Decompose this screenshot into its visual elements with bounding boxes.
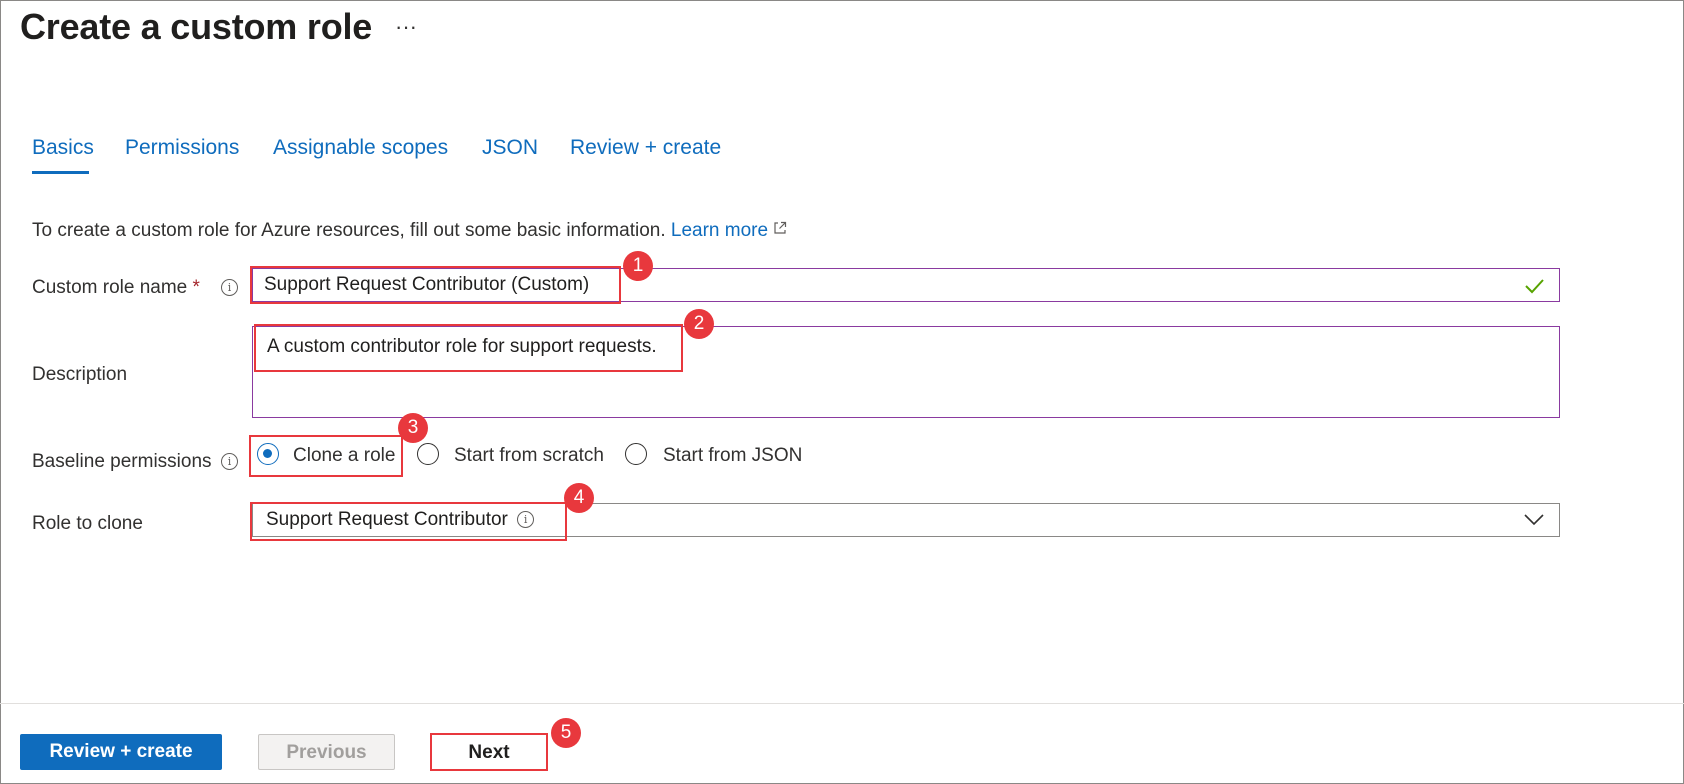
callout-badge-2: 2 <box>684 309 714 339</box>
role-name-label-row: Custom role name * <box>32 277 200 299</box>
tab-permissions[interactable]: Permissions <box>125 136 239 160</box>
info-icon[interactable]: i <box>221 279 238 296</box>
tab-review-create[interactable]: Review + create <box>570 136 721 160</box>
info-icon[interactable]: i <box>221 453 238 470</box>
description-label: Description <box>32 364 128 385</box>
radio-start-from-json-label[interactable]: Start from JSON <box>663 445 802 467</box>
callout-box-2 <box>254 324 683 372</box>
page-title: Create a custom role <box>20 6 373 47</box>
tab-assignable-scopes[interactable]: Assignable scopes <box>273 136 448 160</box>
external-link-icon <box>774 221 787 234</box>
intro-text-row: To create a custom role for Azure resour… <box>32 220 787 242</box>
radio-start-from-scratch-label[interactable]: Start from scratch <box>454 445 604 467</box>
callout-badge-3: 3 <box>398 413 428 443</box>
callout-box-4 <box>250 502 567 541</box>
footer-divider <box>0 703 1684 704</box>
tab-basics[interactable]: Basics <box>32 136 94 160</box>
review-create-button[interactable]: Review + create <box>20 734 222 770</box>
more-icon[interactable]: ··· <box>395 14 417 40</box>
tab-json[interactable]: JSON <box>482 136 538 160</box>
callout-badge-5: 5 <box>551 718 581 748</box>
callout-box-5 <box>430 733 548 771</box>
baseline-label: Baseline permissions <box>32 451 212 472</box>
required-marker: * <box>192 277 200 298</box>
previous-button[interactable]: Previous <box>258 734 395 770</box>
callout-badge-4: 4 <box>564 483 594 513</box>
learn-more-link[interactable]: Learn more <box>671 220 768 241</box>
callout-badge-1: 1 <box>623 251 653 281</box>
callout-box-1 <box>250 266 621 304</box>
radio-start-from-scratch[interactable] <box>417 443 439 465</box>
role-to-clone-label: Role to clone <box>32 513 143 534</box>
active-tab-indicator <box>32 171 89 174</box>
checkmark-icon <box>1525 279 1544 294</box>
role-name-label: Custom role name <box>32 277 188 298</box>
callout-box-3 <box>249 435 403 477</box>
chevron-down-icon <box>1524 514 1544 526</box>
radio-start-from-json[interactable] <box>625 443 647 465</box>
intro-text: To create a custom role for Azure resour… <box>32 220 666 241</box>
